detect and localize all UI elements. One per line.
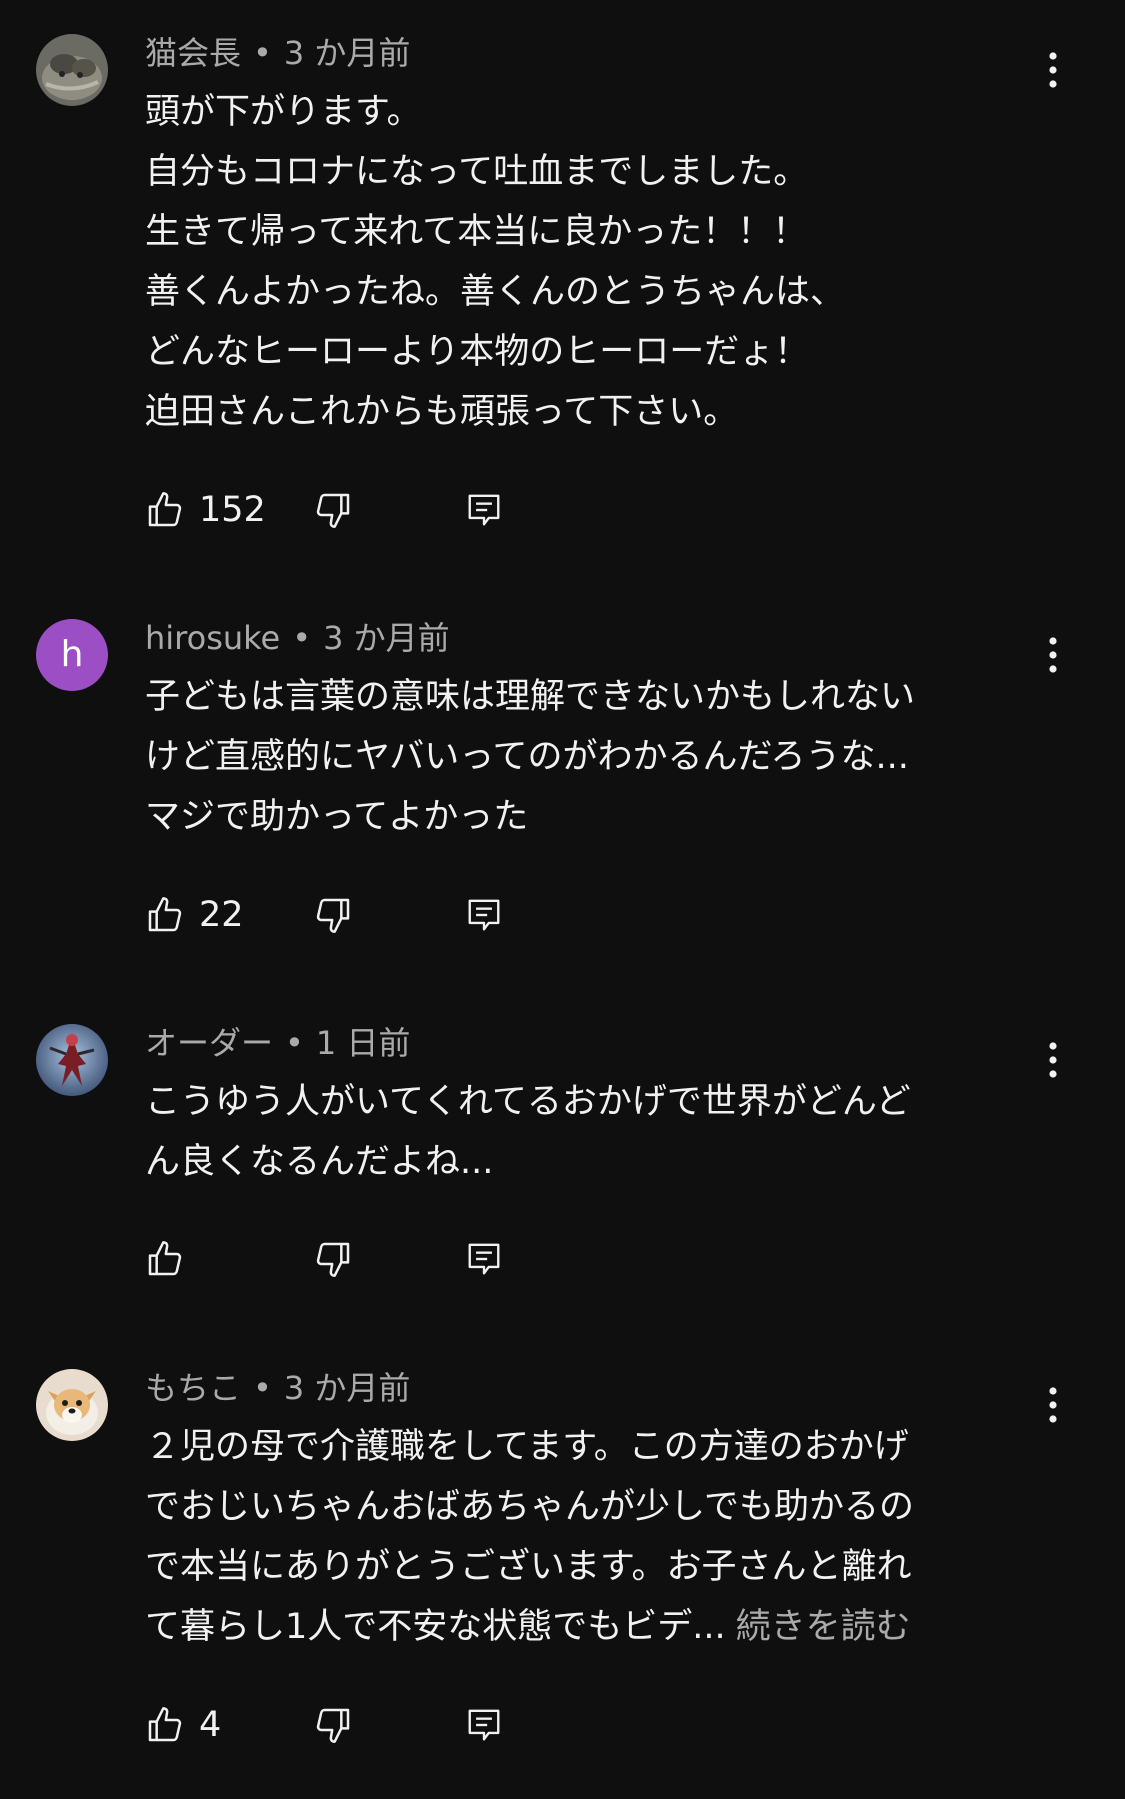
meta-separator: • xyxy=(285,1024,304,1062)
author-name[interactable]: もちこ xyxy=(145,1369,241,1407)
thumbs-down-icon xyxy=(316,1708,350,1743)
author-name[interactable]: 猫会長 xyxy=(145,34,241,72)
meta-separator: • xyxy=(253,34,272,72)
comment-line: 迫田さんこれからも頑張って下さい。 xyxy=(145,392,739,432)
avatar-letter: h xyxy=(60,634,84,675)
more-options-button[interactable] xyxy=(1028,45,1078,95)
like-button[interactable]: 4 xyxy=(145,1697,221,1753)
author-name[interactable]: オーダー xyxy=(145,1024,273,1062)
dislike-button[interactable] xyxy=(313,887,353,943)
more-options-button[interactable] xyxy=(1028,1035,1078,1085)
comment-line: こうゆう人がいてくれてるおかげで世界がどんど xyxy=(145,1082,911,1122)
comment-actions: 4 xyxy=(145,1697,565,1753)
thumbs-down-icon xyxy=(316,898,350,933)
reply-comment-icon xyxy=(468,494,500,526)
more-vertical-icon xyxy=(1049,1387,1057,1423)
reply-comment-icon xyxy=(468,899,500,931)
comment-line: でおじいちゃんおばあちゃんが少しでも助かるの xyxy=(145,1487,914,1527)
meta-separator: • xyxy=(253,1369,272,1407)
comment-text: ２児の母で介護職をしてます。この方達のおかげ でおじいちゃんおばあちゃんが少しで… xyxy=(145,1417,1025,1657)
more-options-button[interactable] xyxy=(1028,1380,1078,1430)
comment-text: 子どもは言葉の意味は理解できないかもしれない けど直感的にヤバいってのがわかるん… xyxy=(145,667,1025,847)
comment-meta: もちこ • 3 か月前 xyxy=(145,1368,410,1408)
timestamp: 3 か月前 xyxy=(283,1369,411,1407)
reply-button[interactable] xyxy=(465,482,503,538)
thumbs-up-icon xyxy=(148,492,182,527)
comment-line-text: て暮らし1人で不安な状態でもビデ... xyxy=(145,1607,726,1647)
comment-line: ２児の母で介護職をしてます。この方達のおかげ xyxy=(145,1427,909,1467)
thumbs-up-icon xyxy=(148,1241,182,1276)
thumbs-up-icon xyxy=(148,897,182,932)
timestamp: 3 か月前 xyxy=(323,619,450,657)
comment-line: ん良くなるんだよね... xyxy=(145,1142,494,1182)
like-count: 152 xyxy=(199,490,266,530)
comment-line: 頭が下がります。 xyxy=(145,92,422,132)
avatar[interactable] xyxy=(36,34,108,106)
meta-separator: • xyxy=(292,619,312,657)
comment-line: 自分もコロナになって吐血までしました。 xyxy=(145,152,809,192)
like-button[interactable] xyxy=(145,1231,199,1287)
thumbs-down-icon xyxy=(316,493,350,528)
reply-comment-icon xyxy=(468,1243,500,1275)
comment-line: で本当にありがとうございます。お子さんと離れ xyxy=(145,1547,912,1587)
comment-meta: 猫会長 • 3 か月前 xyxy=(145,33,410,73)
comment-line: 善くんよかったね。善くんのとうちゃんは、 xyxy=(145,272,846,312)
thumbs-up-icon xyxy=(148,1707,182,1742)
dislike-button[interactable] xyxy=(313,1231,353,1287)
avatar[interactable] xyxy=(36,1369,108,1441)
comment-meta: hirosuke • 3 か月前 xyxy=(145,618,450,658)
comment-line: マジで助かってよかった xyxy=(145,797,529,837)
reply-comment-icon xyxy=(468,1709,500,1741)
reply-button[interactable] xyxy=(465,1697,503,1753)
comment-actions: 152 xyxy=(145,482,565,538)
comment-line: どんなヒーローより本物のヒーローだょ！ xyxy=(145,332,810,372)
dislike-button[interactable] xyxy=(313,482,353,538)
more-vertical-icon xyxy=(1049,52,1057,88)
comment-actions xyxy=(145,1231,565,1287)
avatar[interactable] xyxy=(36,1024,108,1096)
comment-line: て暮らし1人で不安な状態でもビデ... 続きを読む xyxy=(145,1597,1025,1657)
comment-meta: オーダー • 1 日前 xyxy=(145,1023,410,1063)
read-more-link[interactable]: 続きを読む xyxy=(736,1607,911,1647)
comment-line: けど直感的にヤバいってのがわかるんだろうな... xyxy=(145,737,909,777)
dislike-button[interactable] xyxy=(313,1697,353,1753)
avatar[interactable]: h xyxy=(36,619,108,691)
reply-button[interactable] xyxy=(465,887,503,943)
more-options-button[interactable] xyxy=(1028,630,1078,680)
like-count: 4 xyxy=(199,1705,222,1745)
comment-line: 生きて帰って来れて本当に良かった！！！ xyxy=(145,212,808,252)
timestamp: 1 日前 xyxy=(315,1024,411,1062)
comment-actions: 22 xyxy=(145,887,565,943)
author-name[interactable]: hirosuke xyxy=(145,619,280,657)
like-button[interactable]: 152 xyxy=(145,482,266,538)
comment-line: 子どもは言葉の意味は理解できないかもしれない xyxy=(145,677,916,717)
like-button[interactable]: 22 xyxy=(145,887,244,943)
more-vertical-icon xyxy=(1049,1042,1057,1078)
thumbs-down-icon xyxy=(316,1242,350,1277)
reply-button[interactable] xyxy=(465,1231,503,1287)
more-vertical-icon xyxy=(1049,637,1057,673)
comment-text: こうゆう人がいてくれてるおかげで世界がどんど ん良くなるんだよね... xyxy=(145,1072,1025,1192)
timestamp: 3 か月前 xyxy=(283,34,411,72)
comment-text: 頭が下がります。 自分もコロナになって吐血までしました。 生きて帰って来れて本当… xyxy=(145,82,1025,442)
like-count: 22 xyxy=(199,895,244,935)
